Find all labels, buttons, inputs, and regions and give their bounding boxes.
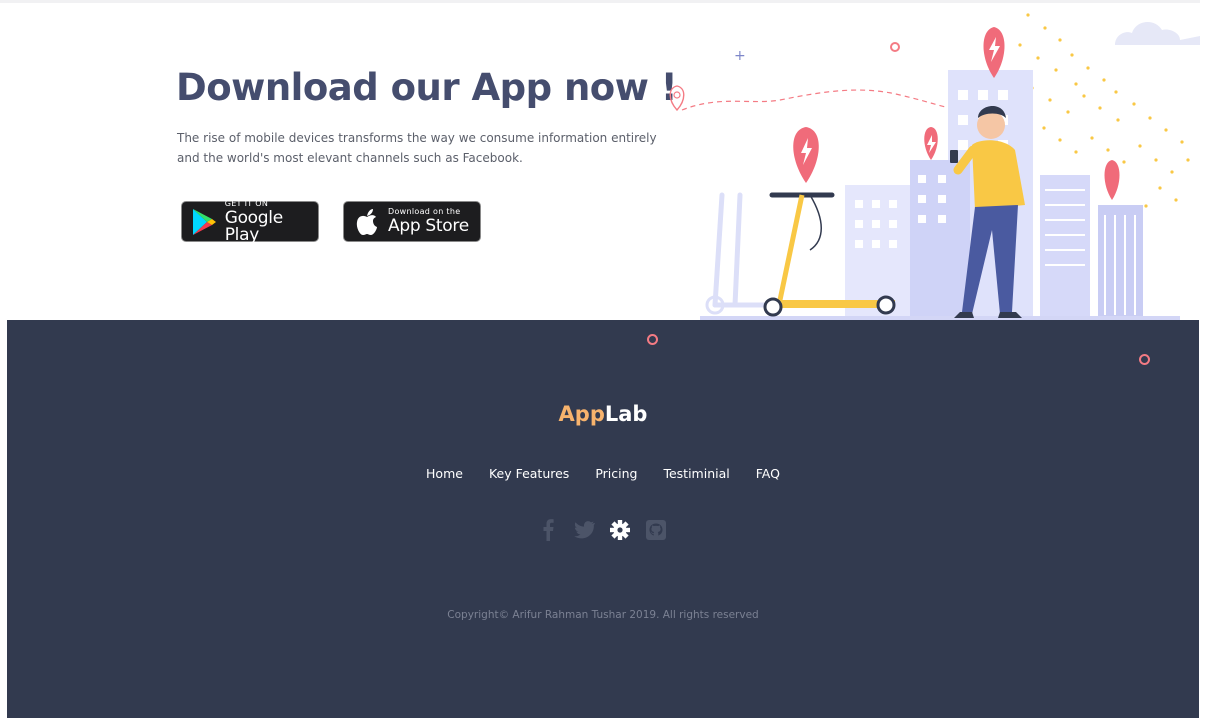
logo-app-text: App	[558, 402, 605, 426]
logo-lab-text: Lab	[604, 402, 648, 426]
nav-testimonial-link[interactable]: Testiminial	[663, 466, 729, 481]
svg-text:+: +	[734, 48, 746, 64]
city-scooter-illustration: +	[669, 13, 1200, 320]
twitter-icon[interactable]	[573, 518, 595, 542]
download-section: Download our App now ! The rise of mobil…	[0, 0, 1212, 320]
footer-nav: Home Key Features Pricing Testiminial FA…	[7, 466, 1199, 481]
nav-pricing-link[interactable]: Pricing	[595, 466, 637, 481]
google-play-button[interactable]: GET IT ON Google Play	[181, 198, 319, 245]
footer-logo[interactable]: AppLab	[7, 402, 1199, 426]
apple-icon	[352, 207, 382, 237]
app-store-label: App Store	[388, 216, 469, 236]
gear-icon[interactable]	[609, 518, 631, 542]
decor-ring	[1139, 354, 1150, 365]
github-icon[interactable]	[645, 518, 667, 542]
facebook-icon[interactable]	[537, 518, 559, 542]
copyright-text: Copyright© Arifur Rahman Tushar 2019. Al…	[447, 609, 759, 621]
app-store-small-text: Download on the	[388, 207, 461, 216]
section-title: Download our App now !	[176, 66, 678, 109]
app-store-button[interactable]: Download on the App Store	[343, 201, 481, 242]
social-links	[537, 518, 667, 542]
nav-faq-link[interactable]: FAQ	[756, 466, 780, 481]
google-play-label: Google Play	[224, 207, 283, 245]
section-description: The rise of mobile devices transforms th…	[177, 131, 657, 165]
footer: AppLab Home Key Features Pricing Testimi…	[7, 320, 1199, 718]
nav-home-link[interactable]: Home	[426, 466, 463, 481]
nav-key-features-link[interactable]: Key Features	[489, 466, 569, 481]
google-play-small-text: GET IT ON	[224, 198, 269, 208]
google-play-icon	[190, 207, 219, 237]
decor-ring	[647, 334, 658, 345]
